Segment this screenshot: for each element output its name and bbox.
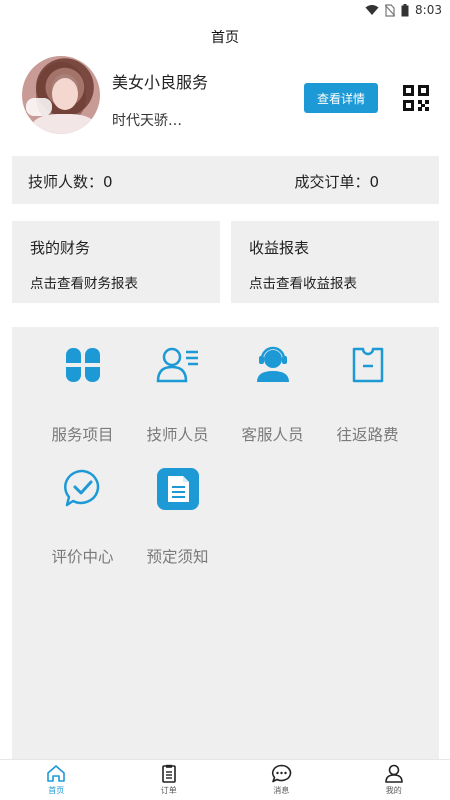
wifi-icon <box>365 5 379 15</box>
clipboard-icon <box>161 764 176 783</box>
report-subtitle: 点击查看收益报表 <box>249 276 357 292</box>
headset-agent-icon <box>256 346 289 382</box>
person-icon <box>384 764 403 783</box>
nav-label: 订单 <box>160 786 177 795</box>
menu-item-booking-notice[interactable]: 预定须知 <box>130 468 225 568</box>
order-count: 成交订单：0 <box>294 173 379 191</box>
shop-description: 时代天骄… <box>112 113 182 129</box>
check-bubble-icon <box>63 469 99 507</box>
battery-icon <box>401 3 409 16</box>
bottom-nav: 首页 订单 消息 我的 <box>0 759 450 800</box>
finance-title: 我的财务 <box>30 239 91 257</box>
menu-label: 往返路费 <box>336 426 399 444</box>
menu-label: 预定须知 <box>146 548 209 566</box>
ticket-icon <box>352 347 383 383</box>
menu-label: 评价中心 <box>51 548 114 566</box>
clover-icon <box>65 348 100 382</box>
status-icons: 8:03 <box>365 3 442 17</box>
menu-item-technicians[interactable]: 技师人员 <box>130 346 225 446</box>
menu-grid: 服务项目 技师人员 客服人员 往返路费 评价中心 预定须知 <box>12 327 439 759</box>
home-icon <box>47 765 66 782</box>
avatar[interactable] <box>22 56 100 134</box>
nav-orders[interactable]: 订单 <box>113 760 226 800</box>
profile-section: 美女小良服务 时代天骄… 查看详情 <box>0 56 450 136</box>
stats-card: 技师人数：0 成交订单：0 <box>12 156 439 204</box>
nav-home[interactable]: 首页 <box>0 760 113 800</box>
menu-label: 客服人员 <box>241 426 304 444</box>
document-icon <box>156 468 199 510</box>
finance-subtitle: 点击查看财务报表 <box>30 276 138 292</box>
nav-label: 我的 <box>385 786 402 795</box>
menu-item-customer-service[interactable]: 客服人员 <box>225 346 320 446</box>
menu-item-travel-fee[interactable]: 往返路费 <box>320 346 415 446</box>
qr-code-icon[interactable] <box>403 85 429 111</box>
shop-name: 美女小良服务 <box>112 73 209 92</box>
technician-count: 技师人数：0 <box>28 173 113 191</box>
revenue-report-panel[interactable]: 收益报表 点击查看收益报表 <box>231 221 439 303</box>
menu-item-reviews[interactable]: 评价中心 <box>35 468 130 568</box>
report-title: 收益报表 <box>249 239 310 257</box>
status-bar: 8:03 <box>0 0 450 22</box>
menu-label: 服务项目 <box>51 426 114 444</box>
staff-list-icon <box>156 347 198 383</box>
no-sim-icon <box>385 3 396 17</box>
nav-label: 首页 <box>48 786 65 795</box>
view-details-button[interactable]: 查看详情 <box>304 83 378 113</box>
finance-panel[interactable]: 我的财务 点击查看财务报表 <box>12 221 220 303</box>
menu-label: 技师人员 <box>146 426 209 444</box>
nav-label: 消息 <box>273 786 290 795</box>
nav-profile[interactable]: 我的 <box>338 760 450 800</box>
nav-messages[interactable]: 消息 <box>225 760 338 800</box>
page-title: 首页 <box>211 30 239 46</box>
status-time: 8:03 <box>415 3 442 17</box>
chat-icon <box>271 764 292 783</box>
menu-item-services[interactable]: 服务项目 <box>35 346 130 446</box>
